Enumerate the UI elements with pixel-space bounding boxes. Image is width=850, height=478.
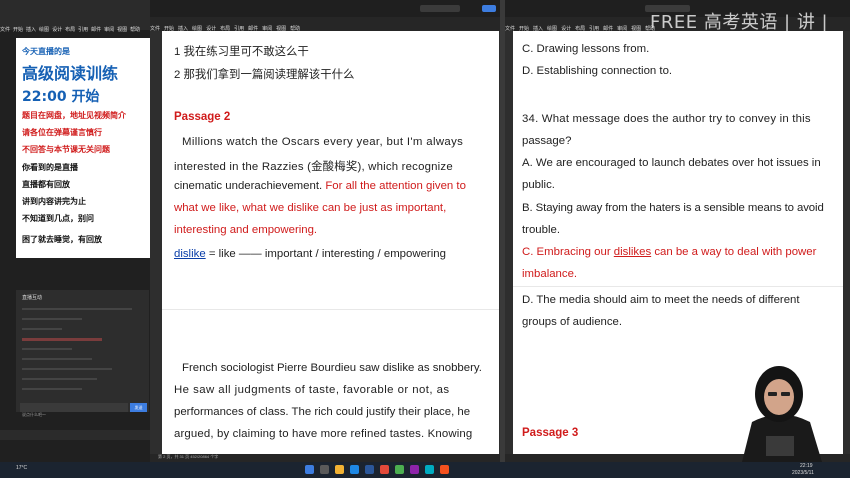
q34-line-2: passage? [522, 135, 572, 147]
q34-b-line-2: trouble. [522, 224, 560, 236]
chat-input[interactable]: 说点什么吧～ [20, 403, 128, 417]
left-ribbon-tabs: 文件 开始 插入 绘图 设计 布局 引用 邮件 审阅 视图 帮助 [0, 18, 150, 33]
chat-input-placeholder: 说点什么吧～ [22, 412, 46, 417]
q34-c-line-1: C. Embracing our dislikes can be a way t… [522, 246, 816, 258]
start-icon[interactable] [305, 465, 314, 474]
app-icon-teal[interactable] [425, 465, 434, 474]
q34-d-line-1: D. The media should aim to meet the need… [522, 294, 800, 306]
ribbon-tab-9[interactable]: 视图 [117, 27, 127, 33]
q34-c-1b: dislikes [613, 246, 652, 258]
ribbon-tab-5[interactable]: 布局 [65, 27, 75, 33]
ribbon-tab-10[interactable]: 帮助 [130, 27, 140, 33]
live-notice-panel: 今天直播的是 高级阅读训练 22:00 开始 题目在网盘，地址见视频简介 请各位… [16, 38, 150, 258]
word-icon[interactable] [365, 465, 374, 474]
share-button-middle[interactable] [482, 5, 496, 12]
middle-ribbon: 文件 开始 插入 绘图 设计 布局 引用 邮件 审阅 视图 帮助 [150, 17, 500, 32]
p1-line-3: cinematic underachievement. For all the … [174, 180, 466, 192]
middle-statusbar: 第 2 页，共 31 页 452/20864 个字 [150, 454, 500, 462]
middle-document-page[interactable]: 1 我在练习里可不敢这么干 2 那我们拿到一篇阅读理解该干什么 Passage … [162, 31, 499, 455]
live-chat-panel: 直播互动 [16, 290, 149, 412]
left-titlebar [0, 0, 150, 18]
notice-time: 22:00 开始 [22, 89, 100, 105]
ribbon-tab-7[interactable]: 邮件 [91, 27, 101, 33]
q34-c-1c: can be a way to deal with power [651, 246, 817, 258]
page-break-right [513, 286, 843, 287]
p1-line-1: Millions watch the Oscars every year, bu… [182, 136, 464, 148]
p2-line-2: He saw all judgments of taste, favorable… [174, 384, 450, 396]
q34-b-line-1: B. Staying away from the haters is a sen… [522, 202, 824, 214]
option-c-prev: C. Drawing lessons from. [522, 43, 650, 55]
notice-red-2: 请各位在弹幕谨言慎行 [22, 128, 102, 137]
q34-d-line-2: groups of audience. [522, 316, 623, 328]
presenter-webcam [742, 366, 822, 462]
p2-line-1: French sociologist Pierre Bourdieu saw d… [182, 362, 482, 374]
chat-title: 直播互动 [22, 295, 43, 301]
folder-icon[interactable] [335, 465, 344, 474]
ribbon-tab-6[interactable]: 引用 [78, 27, 88, 33]
chat-send-button[interactable]: 发送 [130, 403, 147, 412]
p1-line-5: interesting and empowering. [174, 224, 318, 236]
passage-2-heading: Passage 2 [174, 111, 231, 123]
mid-ribbon-tab-0[interactable]: 文件 [150, 26, 160, 32]
q34-line-1: 34. What message does the author try to … [522, 113, 811, 125]
ribbon-tab-1[interactable]: 开始 [13, 27, 23, 33]
option-d-prev: D. Establishing connection to. [522, 65, 673, 77]
notice-line1: 今天直播的是 [22, 47, 70, 56]
page-break [162, 309, 499, 310]
app-icon-orange[interactable] [440, 465, 449, 474]
ribbon-tab-3[interactable]: 绘图 [39, 27, 49, 33]
note-rest: = like —— important / interesting / empo… [205, 248, 446, 260]
notice-black-5: 困了就去睡觉，有回放 [22, 235, 102, 244]
notice-red-1: 题目在网盘，地址见视频简介 [22, 111, 126, 120]
notice-black-2: 直播都有回放 [22, 180, 70, 189]
notice-black-4: 不知道到几点，别问 [22, 214, 94, 223]
middle-titlebar [150, 0, 500, 17]
p1-line-3a: cinematic underachievement. [174, 180, 326, 192]
clock-date: 2023/5/11 [792, 470, 814, 476]
search-box-middle[interactable] [420, 5, 460, 12]
p1-line-4: what we like, what we dislike can be jus… [174, 202, 447, 214]
q34-c-1a: C. Embracing our [522, 246, 614, 258]
p2-line-4: argued, by claiming to have more refined… [174, 428, 473, 440]
notice-black-1: 你看到的是直播 [22, 163, 78, 172]
weather-text: 17°C [16, 465, 28, 471]
notice-black-3: 讲到内容讲完为止 [22, 197, 86, 206]
notice-title: 高级阅读训练 [22, 64, 119, 83]
left-statusbar [0, 430, 150, 440]
passage-3-heading: Passage 3 [522, 427, 579, 439]
q34-a-line-2: public. [522, 179, 555, 191]
middle-line-1: 1 我在练习里可不敢这么干 [174, 46, 309, 58]
dislike-note: dislike = like —— important / interestin… [174, 248, 446, 260]
ribbon-tab-8[interactable]: 审阅 [104, 27, 114, 33]
ribbon-tab-0[interactable]: 文件 [0, 27, 10, 33]
app-icon-purple[interactable] [410, 465, 419, 474]
middle-line-2: 2 那我们拿到一篇阅读理解该干什么 [174, 69, 355, 81]
search-icon[interactable] [320, 465, 329, 474]
clock-time: 22:19 [800, 463, 813, 469]
edge-icon[interactable] [350, 465, 359, 474]
note-dislike: dislike [174, 248, 206, 260]
app-icon-red[interactable] [380, 465, 389, 474]
p2-line-3: performances of class. The rich could ju… [174, 406, 471, 418]
q34-c-line-2: imbalance. [522, 268, 578, 280]
q34-a-line-1: A. We are encouraged to launch debates o… [522, 157, 821, 169]
app-icon-green[interactable] [395, 465, 404, 474]
middle-status-text: 第 2 页，共 31 页 452/20864 个字 [158, 454, 219, 459]
notice-red-3: 不回答与本节课无关问题 [22, 145, 110, 154]
ribbon-tab-4[interactable]: 设计 [52, 27, 62, 33]
p1-line-2: interested in the Razzies (金酸梅奖), which … [174, 161, 453, 173]
p1-line-3b: For all the attention given to [325, 180, 466, 192]
ribbon-tab-2[interactable]: 插入 [26, 27, 36, 33]
